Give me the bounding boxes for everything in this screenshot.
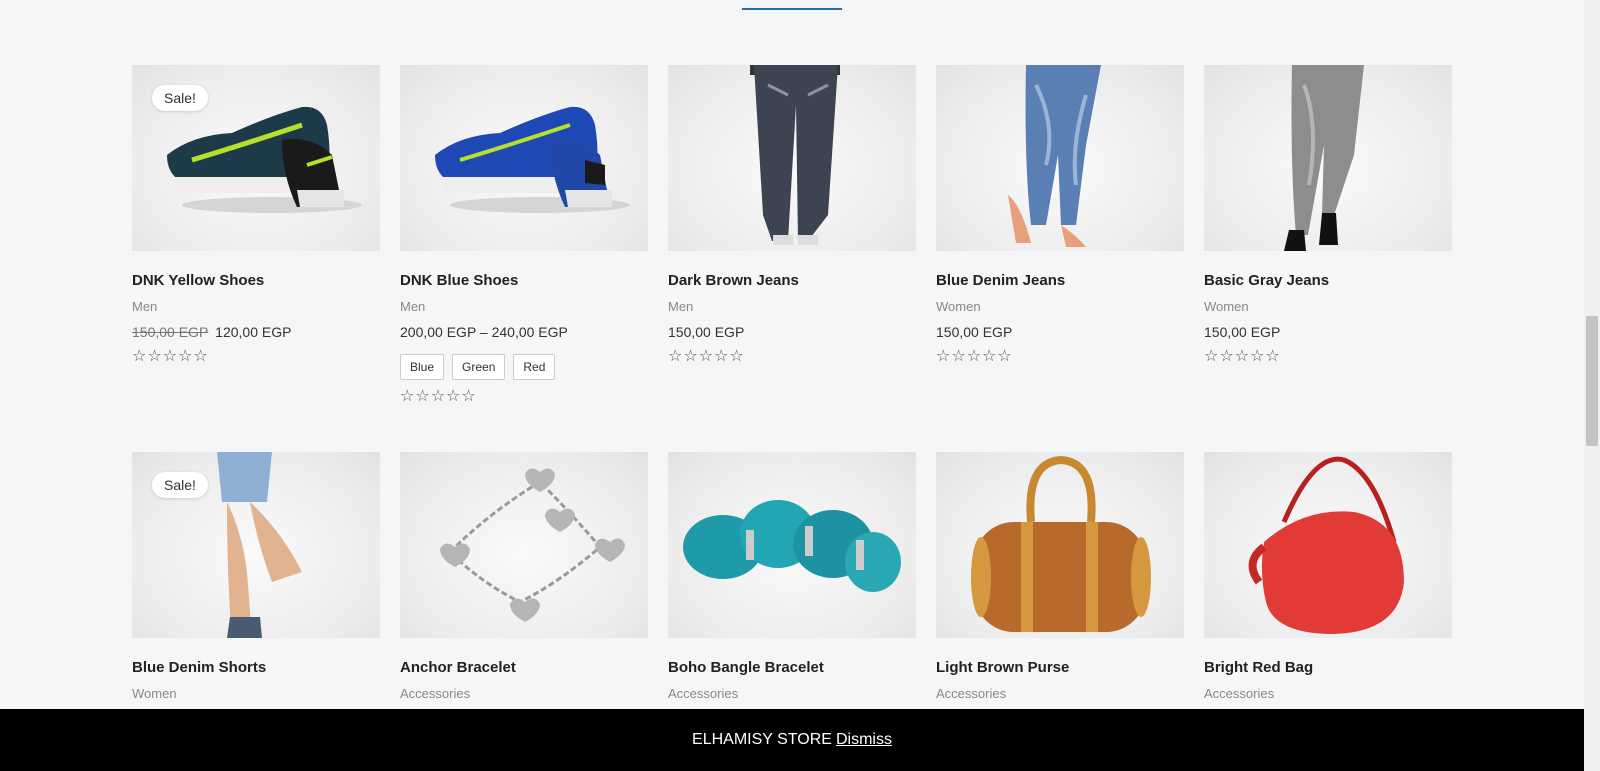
color-swatches: Blue Green Red (400, 354, 648, 380)
product-title[interactable]: Blue Denim Shorts (132, 659, 380, 676)
product-title[interactable]: Bright Red Bag (1204, 659, 1452, 676)
product-image-red-bag[interactable] (1204, 452, 1452, 638)
product-row-2: Sale! Blue Denim Shorts Women Anchor Bra… (132, 452, 1452, 701)
product-category[interactable]: Women (936, 299, 1184, 314)
product-image-blue-jeans[interactable] (936, 65, 1184, 251)
product-title[interactable]: Blue Denim Jeans (936, 272, 1184, 289)
product-title[interactable]: Boho Bangle Bracelet (668, 659, 916, 676)
section-underline (742, 8, 842, 10)
product-image-silver-bracelet[interactable] (400, 452, 648, 638)
swatch-green[interactable]: Green (452, 354, 506, 380)
product-card[interactable]: Blue Denim Jeans Women 150,00 EGP ☆☆☆☆☆ (936, 65, 1184, 406)
product-card[interactable]: Sale! DNK Yellow Shoes Men 150,00 EGP 12… (132, 65, 380, 406)
product-title[interactable]: DNK Yellow Shoes (132, 272, 380, 289)
sale-badge: Sale! (152, 472, 208, 498)
product-category[interactable]: Men (400, 299, 648, 314)
product-grid: Sale! DNK Yellow Shoes Men 150,00 EGP 12… (132, 65, 1452, 701)
product-price: 150,00 EGP 120,00 EGP (132, 324, 380, 340)
product-category[interactable]: Men (132, 299, 380, 314)
product-category[interactable]: Accessories (1204, 686, 1452, 701)
product-image-dark-jeans[interactable] (668, 65, 916, 251)
product-category[interactable]: Accessories (936, 686, 1184, 701)
product-image-blue-sneakers[interactable] (400, 65, 648, 251)
product-title[interactable]: Anchor Bracelet (400, 659, 648, 676)
product-image-yellow-sneakers[interactable]: Sale! (132, 65, 380, 251)
rating-stars: ☆☆☆☆☆ (936, 348, 1013, 365)
page-scrollbar[interactable] (1584, 0, 1600, 771)
product-image-denim-shorts[interactable]: Sale! (132, 452, 380, 638)
dismiss-link[interactable]: Dismiss (836, 731, 892, 749)
scrollbar-thumb[interactable] (1586, 316, 1598, 446)
rating-stars: ☆☆☆☆☆ (1204, 348, 1281, 365)
product-card[interactable]: Anchor Bracelet Accessories (400, 452, 648, 701)
product-image-turquoise-bracelet[interactable] (668, 452, 916, 638)
sale-badge: Sale! (152, 85, 208, 111)
product-card[interactable]: DNK Blue Shoes Men 200,00 EGP – 240,00 E… (400, 65, 648, 406)
swatch-blue[interactable]: Blue (400, 354, 445, 380)
product-price: 200,00 EGP – 240,00 EGP (400, 324, 568, 340)
product-title[interactable]: DNK Blue Shoes (400, 272, 648, 289)
rating-stars: ☆☆☆☆☆ (668, 348, 745, 365)
product-card[interactable]: Bright Red Bag Accessories (1204, 452, 1452, 701)
product-row-1: Sale! DNK Yellow Shoes Men 150,00 EGP 12… (132, 65, 1452, 406)
swatch-red[interactable]: Red (513, 354, 556, 380)
store-notice-bar: ELHAMISY STORE Dismiss (0, 709, 1584, 771)
product-price: 150,00 EGP (1204, 324, 1281, 340)
product-title[interactable]: Dark Brown Jeans (668, 272, 916, 289)
product-category[interactable]: Women (1204, 299, 1452, 314)
product-image-gray-jeans[interactable] (1204, 65, 1452, 251)
product-category[interactable]: Men (668, 299, 916, 314)
sale-price: 120,00 EGP (215, 324, 292, 340)
rating-stars: ☆☆☆☆☆ (400, 388, 477, 405)
product-card[interactable]: Dark Brown Jeans Men 150,00 EGP ☆☆☆☆☆ (668, 65, 916, 406)
product-image-brown-purse[interactable] (936, 452, 1184, 638)
product-card[interactable]: Basic Gray Jeans Women 150,00 EGP ☆☆☆☆☆ (1204, 65, 1452, 406)
old-price: 150,00 EGP (132, 324, 209, 340)
product-title[interactable]: Basic Gray Jeans (1204, 272, 1452, 289)
product-price: 150,00 EGP (936, 324, 1013, 340)
product-price: 150,00 EGP (668, 324, 745, 340)
product-category[interactable]: Accessories (400, 686, 648, 701)
product-card[interactable]: Boho Bangle Bracelet Accessories (668, 452, 916, 701)
store-notice-text: ELHAMISY STORE (692, 731, 832, 748)
product-title[interactable]: Light Brown Purse (936, 659, 1184, 676)
product-card[interactable]: Sale! Blue Denim Shorts Women (132, 452, 380, 701)
product-category[interactable]: Accessories (668, 686, 916, 701)
product-card[interactable]: Light Brown Purse Accessories (936, 452, 1184, 701)
product-category[interactable]: Women (132, 686, 380, 701)
rating-stars: ☆☆☆☆☆ (132, 348, 209, 365)
